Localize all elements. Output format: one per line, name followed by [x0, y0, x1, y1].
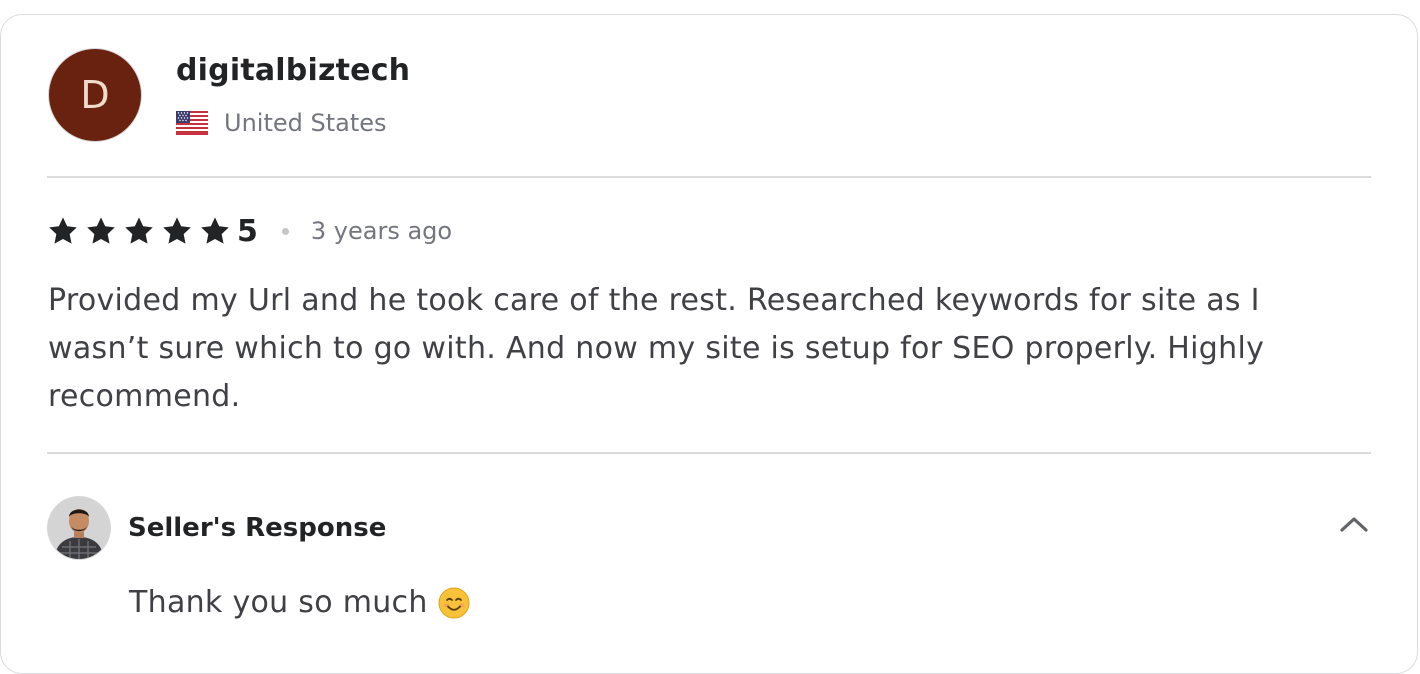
- reviewer-name[interactable]: digitalbiztech: [176, 53, 410, 88]
- seller-response-header: Seller's Response: [48, 496, 1372, 560]
- star-rating: [47, 215, 237, 247]
- star-icon: [85, 215, 117, 247]
- header-divider: [47, 176, 1371, 178]
- seller-response-body: Thank you so much: [129, 585, 470, 620]
- reviewer-country: United States: [224, 109, 387, 137]
- star-icon: [199, 215, 231, 247]
- reviewer-avatar[interactable]: D: [49, 49, 141, 141]
- chevron-up-icon[interactable]: [1336, 510, 1372, 540]
- separator-dot: [281, 227, 289, 235]
- reviewer-country-row: United States: [176, 109, 387, 137]
- seller-response-label: Seller's Response: [128, 513, 387, 543]
- review-time-ago: 3 years ago: [310, 217, 453, 245]
- review-text: Provided my Url and he took care of the …: [48, 283, 1265, 414]
- review-card: D digitalbiztech United States 5 3 years…: [0, 14, 1418, 674]
- seller-response-text: Thank you so much: [129, 585, 428, 620]
- star-icon: [123, 215, 155, 247]
- rating-row: 5 3 years ago: [47, 211, 452, 251]
- us-flag-icon: [176, 111, 208, 135]
- star-icon: [47, 215, 79, 247]
- star-icon: [161, 215, 193, 247]
- rating-value: 5: [237, 213, 258, 249]
- response-divider: [47, 452, 1371, 454]
- smiling-face-emoji-icon: [438, 587, 470, 619]
- seller-avatar[interactable]: [48, 497, 110, 559]
